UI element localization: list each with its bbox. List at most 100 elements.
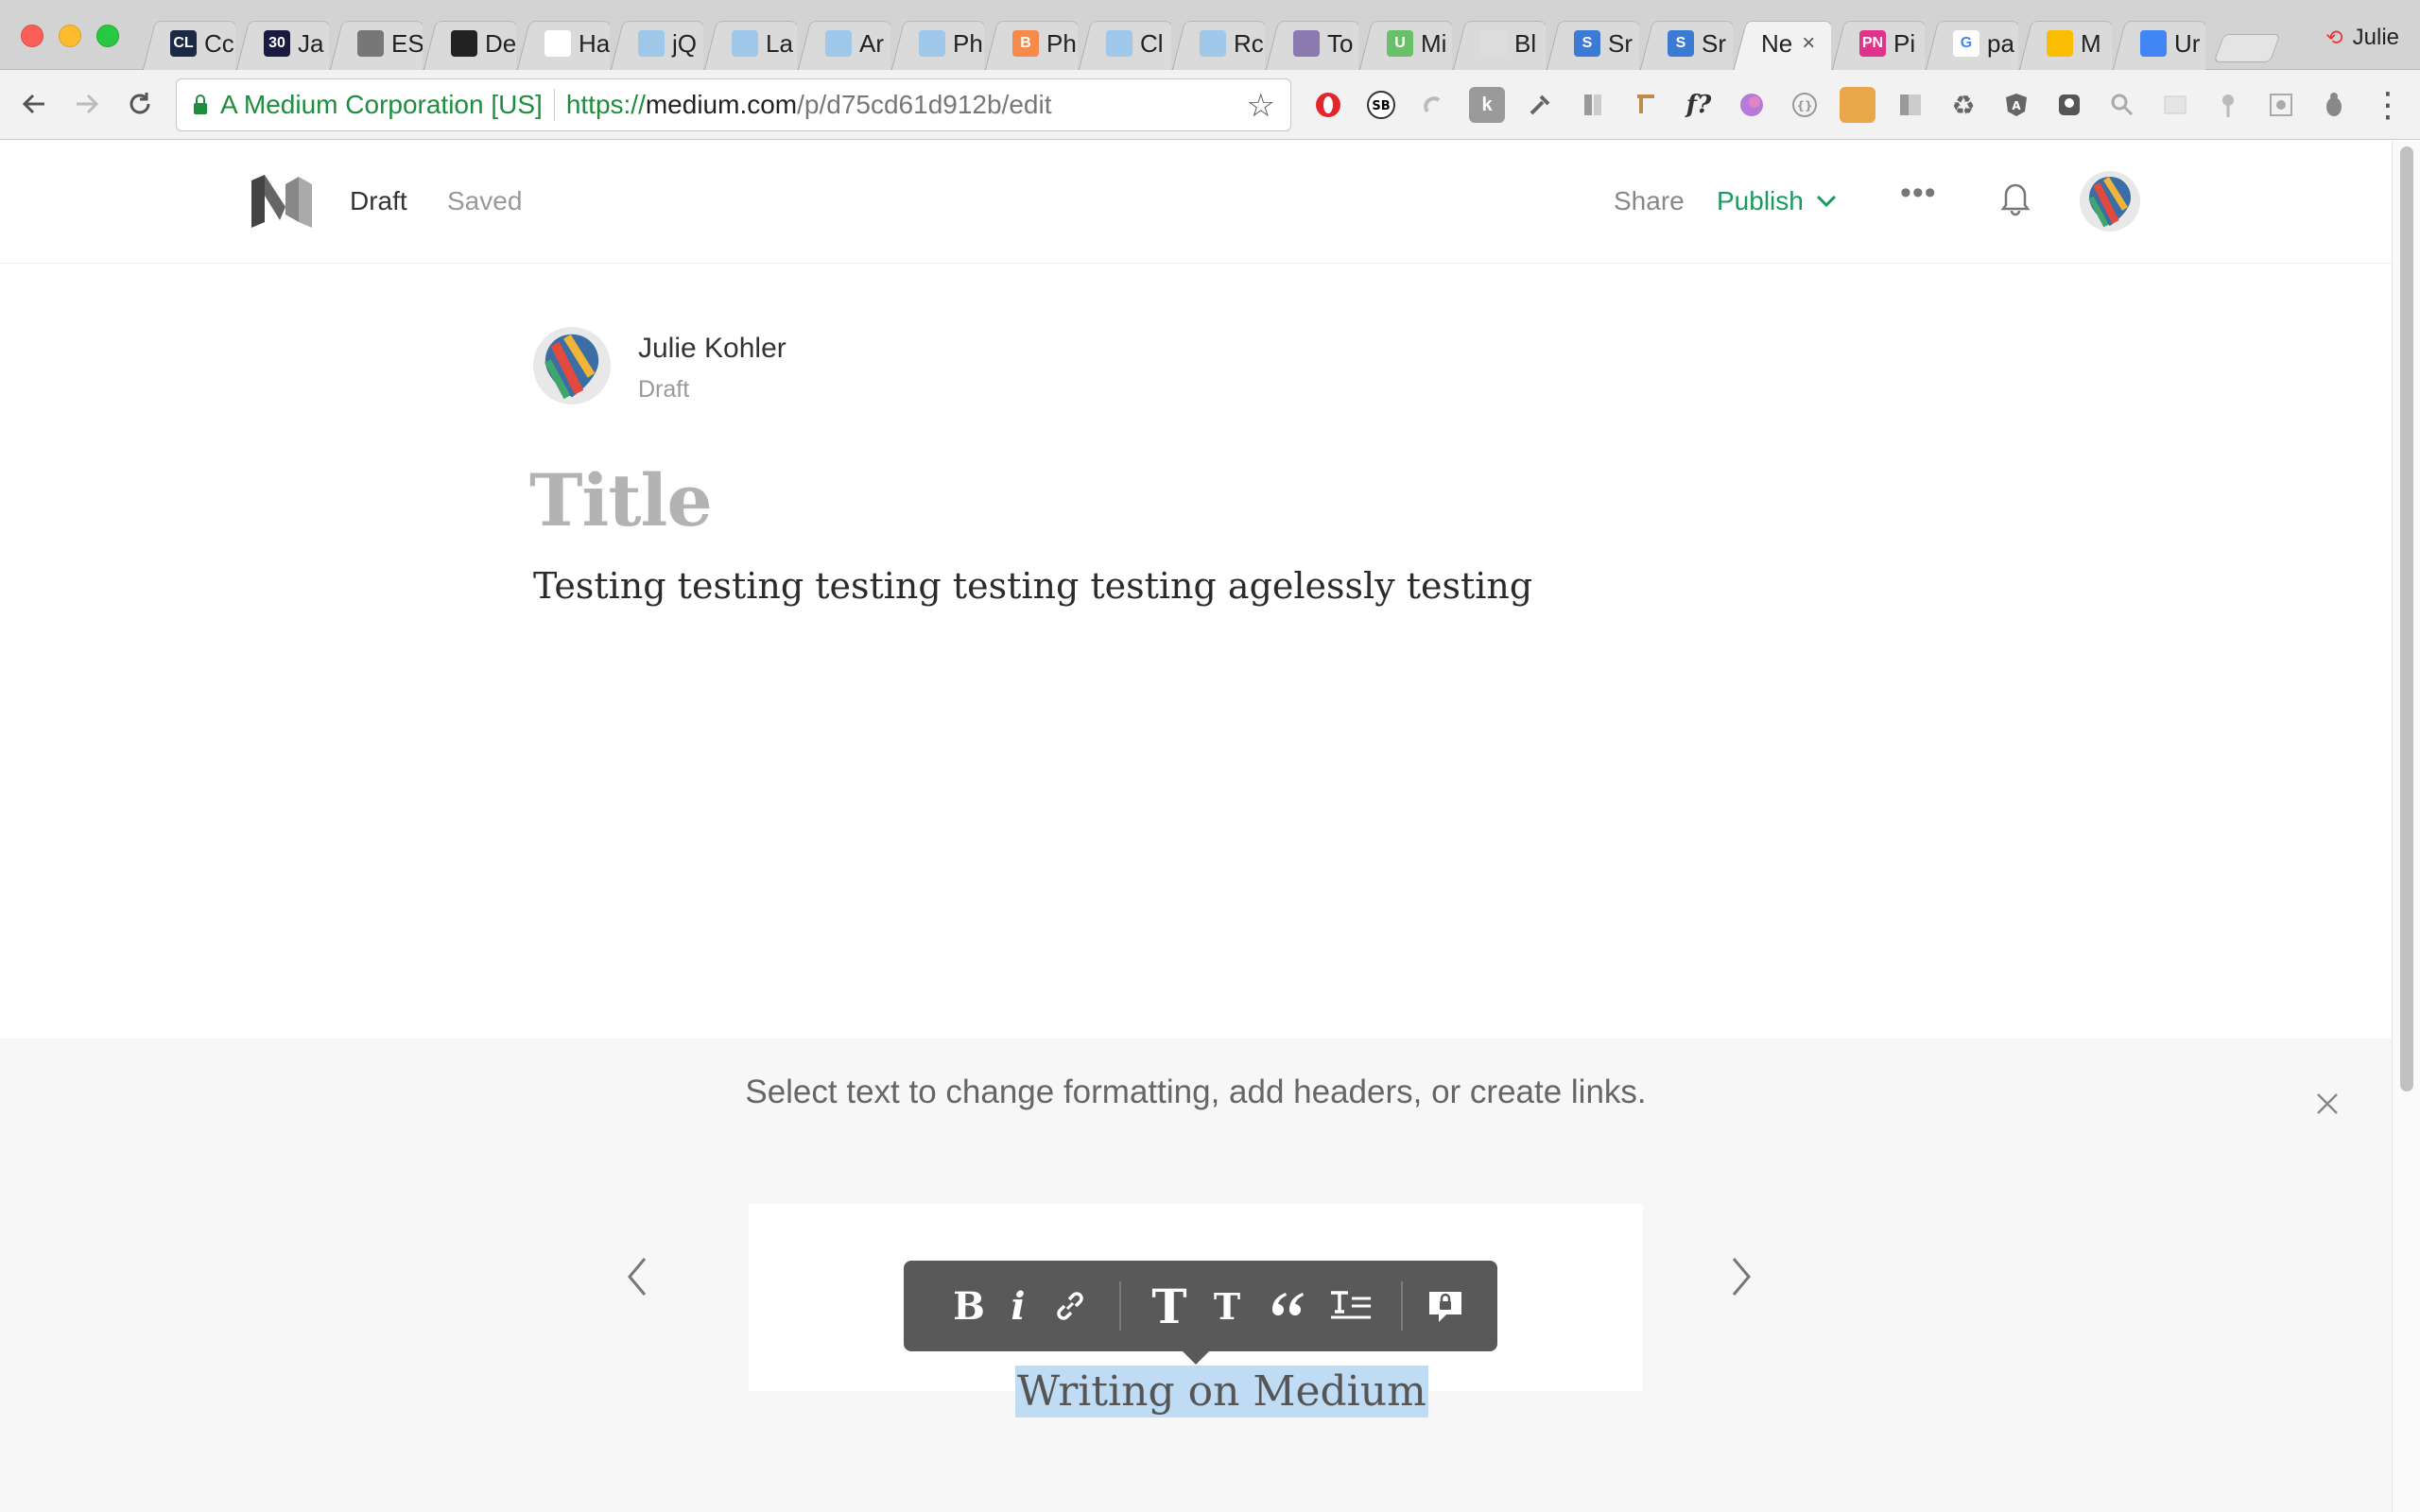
small-heading-button[interactable]: T [1197, 1261, 1257, 1351]
author-name[interactable]: Julie Kohler [638, 333, 786, 365]
large-heading-button[interactable]: T [1142, 1261, 1197, 1351]
forward-button[interactable] [66, 83, 108, 125]
notifications-bell-icon[interactable] [1998, 179, 2032, 221]
window-minimize-button[interactable] [59, 25, 81, 47]
swirl-extension-icon[interactable] [1416, 87, 1452, 123]
reload-icon [130, 93, 150, 114]
link-button[interactable] [1042, 1261, 1098, 1351]
private-note-button[interactable] [1422, 1261, 1469, 1351]
bookmark-star-icon[interactable]: ☆ [1247, 87, 1275, 125]
back-button[interactable] [13, 83, 55, 125]
tab-label: Rc [1234, 28, 1264, 58]
code-extension-icon[interactable]: {} [1787, 87, 1823, 123]
k-extension-icon[interactable]: k [1469, 87, 1505, 123]
address-bar[interactable]: A Medium Corporation [US] https:// mediu… [176, 78, 1291, 131]
reload-button[interactable] [119, 83, 161, 125]
browser-tab[interactable]: Ne × [1733, 17, 1831, 70]
layout-extension-icon[interactable] [1893, 87, 1928, 123]
bug-extension-icon[interactable] [2316, 87, 2352, 123]
palette-extension-icon[interactable] [1734, 87, 1770, 123]
browser-tab[interactable]: Ur [2112, 17, 2205, 70]
post-title-field[interactable]: Title [529, 458, 713, 542]
browser-tab[interactable]: jQ [610, 17, 703, 70]
publish-button[interactable]: Publish [1717, 186, 1838, 216]
share-button[interactable]: Share [1614, 186, 1685, 216]
browser-tab[interactable]: Cl [1078, 17, 1171, 70]
user-avatar[interactable] [2080, 171, 2140, 232]
window-extension-icon[interactable] [2157, 87, 2193, 123]
browser-tab[interactable]: M [2018, 17, 2112, 70]
browser-tab[interactable]: La [703, 17, 797, 70]
gradient-icon [638, 30, 665, 57]
browser-tab[interactable]: Rc [1171, 17, 1265, 70]
browser-tab[interactable]: U Mi [1358, 17, 1452, 70]
page-icon [1480, 30, 1507, 57]
font-extension-icon[interactable]: f? [1681, 87, 1717, 123]
browser-tab[interactable]: CL Cc [142, 17, 235, 70]
scrollbar-thumb[interactable] [2400, 146, 2413, 1091]
svg-text:{}: {} [1796, 99, 1812, 112]
tab-label: Ha [579, 28, 610, 58]
previous-tip-button[interactable] [626, 1254, 648, 1309]
window-close-button[interactable] [21, 25, 43, 47]
gradient-icon [1200, 30, 1226, 57]
quote-button[interactable] [1257, 1261, 1318, 1351]
toolkit-extension-icon[interactable] [1840, 87, 1876, 123]
italic-button[interactable]: i [994, 1261, 1042, 1351]
browser-tab[interactable]: De [423, 17, 516, 70]
browser-tab[interactable]: PN Pi [1831, 17, 1925, 70]
author-status: Draft [638, 376, 690, 403]
url-path: /p/d75cd61d912b/edit [797, 90, 1052, 119]
browser-tab[interactable]: Ar [797, 17, 890, 70]
recycle-extension-icon[interactable]: ♻ [1945, 87, 1981, 123]
browser-tab[interactable]: B Ph [984, 17, 1078, 70]
medium-logo-icon[interactable] [251, 175, 312, 232]
browser-tab[interactable]: Ph [890, 17, 984, 70]
post-body-field[interactable]: Testing testing testing testing testing … [533, 565, 1532, 607]
angular-extension-icon[interactable]: A [1998, 87, 2034, 123]
pin-extension-icon[interactable] [2210, 87, 2246, 123]
browser-tab[interactable]: ES [329, 17, 423, 70]
s-icon: S [1574, 30, 1600, 57]
link-icon [1057, 1292, 1083, 1320]
browser-tab[interactable]: S Sr [1546, 17, 1639, 70]
eyedropper-icon[interactable] [1522, 87, 1558, 123]
blogger-icon: B [1012, 30, 1039, 57]
opera-extension-icon[interactable] [1310, 87, 1346, 123]
tab-label: ES [391, 28, 423, 58]
close-tip-icon[interactable] [2314, 1084, 2341, 1126]
svg-text:A: A [2012, 99, 2021, 112]
new-tab-button[interactable] [2213, 34, 2281, 62]
ev-certificate-name[interactable]: A Medium Corporation [US] [220, 90, 543, 120]
browser-tab[interactable]: 30 Ja [235, 17, 329, 70]
tab-label: M [2081, 28, 2101, 58]
browser-profile[interactable]: ⟲ Julie [2325, 25, 2399, 51]
sb-extension-icon[interactable]: SB [1363, 87, 1399, 123]
cl-icon: CL [170, 30, 197, 57]
sync-icon: ⟲ [2325, 26, 2343, 49]
selected-sample-text[interactable]: Writing on Medium [1015, 1366, 1428, 1418]
next-tip-button[interactable] [1730, 1254, 1753, 1309]
drop-cap-button[interactable] [1318, 1261, 1384, 1351]
google-icon: G [1953, 30, 1979, 57]
browser-tab[interactable]: S Sr [1639, 17, 1733, 70]
ruler-extension-icon[interactable] [1575, 87, 1611, 123]
tab-label: To [1327, 28, 1354, 58]
gradient-icon [1106, 30, 1132, 57]
more-options-button[interactable]: ••• [1900, 175, 1937, 212]
magnifier-extension-icon[interactable] [2104, 87, 2140, 123]
grid-extension-icon[interactable] [2263, 87, 2299, 123]
browser-tab[interactable]: To [1265, 17, 1358, 70]
measure-extension-icon[interactable] [1628, 87, 1664, 123]
page-scrollbar[interactable] [2392, 141, 2420, 1512]
browser-menu-icon[interactable]: ⋮ [2371, 85, 2405, 125]
bold-button[interactable]: B [943, 1261, 994, 1351]
browser-tab[interactable]: Gpa [1925, 17, 2018, 70]
quote-icon [1272, 1293, 1304, 1315]
browser-tab[interactable]: Bl [1452, 17, 1546, 70]
lightbulb-extension-icon[interactable] [2051, 87, 2087, 123]
tab-close-icon[interactable]: × [1802, 30, 1815, 57]
window-zoom-button[interactable] [96, 25, 119, 47]
browser-tab[interactable]: Ha [516, 17, 610, 70]
author-avatar[interactable] [533, 327, 611, 404]
